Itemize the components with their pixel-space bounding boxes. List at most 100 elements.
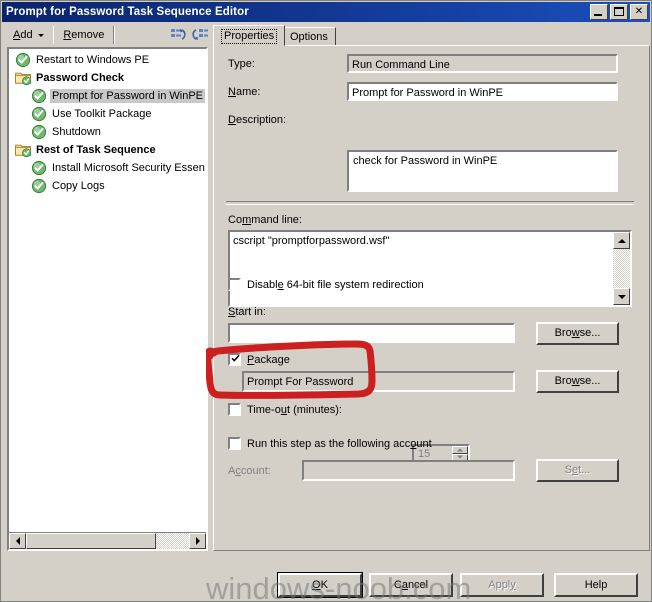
- type-label: Type:: [228, 58, 255, 70]
- command-line-input[interactable]: cscript "promptforpassword.wsf": [228, 230, 632, 307]
- folder-group-icon: [15, 142, 31, 158]
- tree-item-5[interactable]: Rest of Task Sequence: [9, 141, 206, 159]
- step-check-icon: [31, 178, 47, 194]
- start-in-browse-label: Browse...: [554, 327, 601, 339]
- window-title: Prompt for Password Task Sequence Editor: [6, 6, 249, 18]
- tree-item-label: Password Check: [36, 72, 125, 84]
- disable-redirection-checkbox[interactable]: [228, 278, 241, 291]
- ok-button-label: OK: [312, 578, 328, 591]
- minimize-button[interactable]: [590, 4, 608, 20]
- task-sequence-tree[interactable]: Restart to Windows PE Password Check Promp…: [7, 47, 208, 551]
- cancel-button-label: Cancel: [393, 578, 429, 591]
- tree-item-7[interactable]: Copy Logs: [9, 177, 206, 195]
- package-checkbox[interactable]: [228, 353, 241, 366]
- package-browse-label: Browse...: [554, 375, 601, 387]
- scroll-left-button[interactable]: [9, 533, 26, 549]
- spinner-buttons[interactable]: [452, 446, 468, 461]
- account-input: [302, 460, 515, 481]
- properties-panel: Type: Run Command Line Name: Prompt for …: [213, 45, 650, 551]
- tree-item-label: Copy Logs: [52, 180, 105, 192]
- tree-item-4[interactable]: Shutdown: [9, 123, 206, 141]
- maximize-button[interactable]: [610, 4, 628, 20]
- minimize-icon: [594, 14, 602, 16]
- arrow-right-icon: [195, 537, 200, 545]
- checkmark-icon: [231, 354, 240, 363]
- step-check-icon: [31, 106, 47, 122]
- timeout-checkbox[interactable]: [228, 403, 241, 416]
- apply-button: Apply: [460, 573, 544, 597]
- arrow-down-icon: [617, 294, 626, 299]
- spinner-arrow-down-icon: [457, 455, 463, 459]
- tab-options-label: Options: [290, 31, 328, 43]
- tree-horizontal-scrollbar[interactable]: [9, 532, 206, 549]
- help-button-label: Help: [584, 578, 608, 591]
- tab-properties-label: Properties: [221, 29, 278, 44]
- tree-item-label: Rest of Task Sequence: [36, 144, 156, 156]
- scroll-track[interactable]: [26, 533, 189, 549]
- tree-item-3[interactable]: Use Toolkit Package: [9, 105, 206, 123]
- package-value[interactable]: Prompt For Password: [242, 371, 515, 392]
- account-label: Account:: [228, 465, 271, 477]
- account-set-button: Set...: [536, 459, 619, 482]
- maximize-icon: [614, 7, 624, 16]
- account-set-label: Set...: [564, 464, 591, 476]
- type-value: Run Command Line: [347, 54, 618, 73]
- step-check-icon: [31, 124, 47, 140]
- start-in-label: Start in:: [228, 306, 266, 318]
- disable-redirection-label: Disable 64-bit file system redirection: [247, 279, 424, 291]
- start-in-browse-button[interactable]: Browse...: [536, 322, 619, 345]
- description-label: Description:: [228, 114, 287, 126]
- package-browse-button[interactable]: Browse...: [536, 370, 619, 393]
- toolbar-separator-1: [52, 26, 55, 44]
- dialog-button-bar: OK Cancel Apply Help: [1, 567, 651, 601]
- name-label: Name:: [228, 86, 261, 98]
- spinner-up-button[interactable]: [452, 446, 468, 454]
- help-button[interactable]: Help: [554, 573, 638, 597]
- tree-item-label: Install Microsoft Security Essen: [52, 162, 205, 174]
- start-in-input[interactable]: [228, 323, 515, 343]
- step-check-icon: [15, 52, 31, 68]
- move-down-icon[interactable]: [190, 25, 210, 45]
- add-button[interactable]: Add: [8, 25, 49, 45]
- ok-button[interactable]: OK: [277, 572, 363, 598]
- arrow-left-icon: [15, 537, 20, 545]
- tab-strip: Properties Options: [213, 25, 650, 46]
- remove-button-label: Remove: [63, 29, 105, 41]
- name-input[interactable]: Prompt for Password in WinPE: [347, 82, 618, 101]
- timeout-label: Time-out (minutes):: [247, 404, 342, 416]
- tree-item-0[interactable]: Restart to Windows PE: [9, 51, 206, 69]
- move-up-icon[interactable]: [168, 25, 188, 45]
- add-button-label: Add: [13, 29, 33, 41]
- tree-toolbar: Add Remove: [2, 22, 210, 48]
- run-as-label: Run this step as the following account: [247, 438, 432, 450]
- close-button[interactable]: ✕: [630, 4, 648, 20]
- close-icon: ✕: [634, 6, 644, 17]
- tree-item-6[interactable]: Install Microsoft Security Essen: [9, 159, 206, 177]
- task-sequence-editor-window: Prompt for Password Task Sequence Editor…: [0, 0, 652, 602]
- run-as-checkbox[interactable]: [228, 437, 241, 450]
- tab-options[interactable]: Options: [282, 27, 336, 46]
- tree-item-label: Shutdown: [52, 126, 101, 138]
- scroll-thumb[interactable]: [26, 533, 157, 549]
- cancel-button[interactable]: Cancel: [369, 573, 453, 597]
- description-input[interactable]: check for Password in WinPE: [347, 150, 618, 192]
- tree-item-label: Use Toolkit Package: [52, 108, 152, 120]
- apply-button-label: Apply: [488, 578, 516, 591]
- chevron-down-icon: [37, 33, 44, 37]
- title-bar[interactable]: Prompt for Password Task Sequence Editor…: [2, 2, 650, 22]
- scroll-down-button[interactable]: [613, 288, 630, 305]
- spinner-arrow-up-icon: [457, 448, 463, 452]
- scroll-right-button[interactable]: [189, 533, 206, 549]
- scroll-up-button[interactable]: [613, 232, 630, 249]
- command-scroll-track[interactable]: [613, 249, 630, 288]
- command-line-text: cscript "promptforpassword.wsf": [233, 235, 390, 247]
- package-label: Package: [247, 354, 290, 366]
- tree-item-1[interactable]: Password Check: [9, 69, 206, 87]
- folder-group-icon: [15, 70, 31, 86]
- remove-button[interactable]: Remove: [58, 25, 109, 45]
- tree-item-2[interactable]: Prompt for Password in WinPE: [9, 87, 206, 105]
- tree-item-label: Prompt for Password in WinPE: [50, 89, 205, 103]
- step-check-icon: [31, 160, 47, 176]
- command-line-vertical-scrollbar[interactable]: [613, 232, 630, 305]
- tab-properties[interactable]: Properties: [213, 25, 286, 46]
